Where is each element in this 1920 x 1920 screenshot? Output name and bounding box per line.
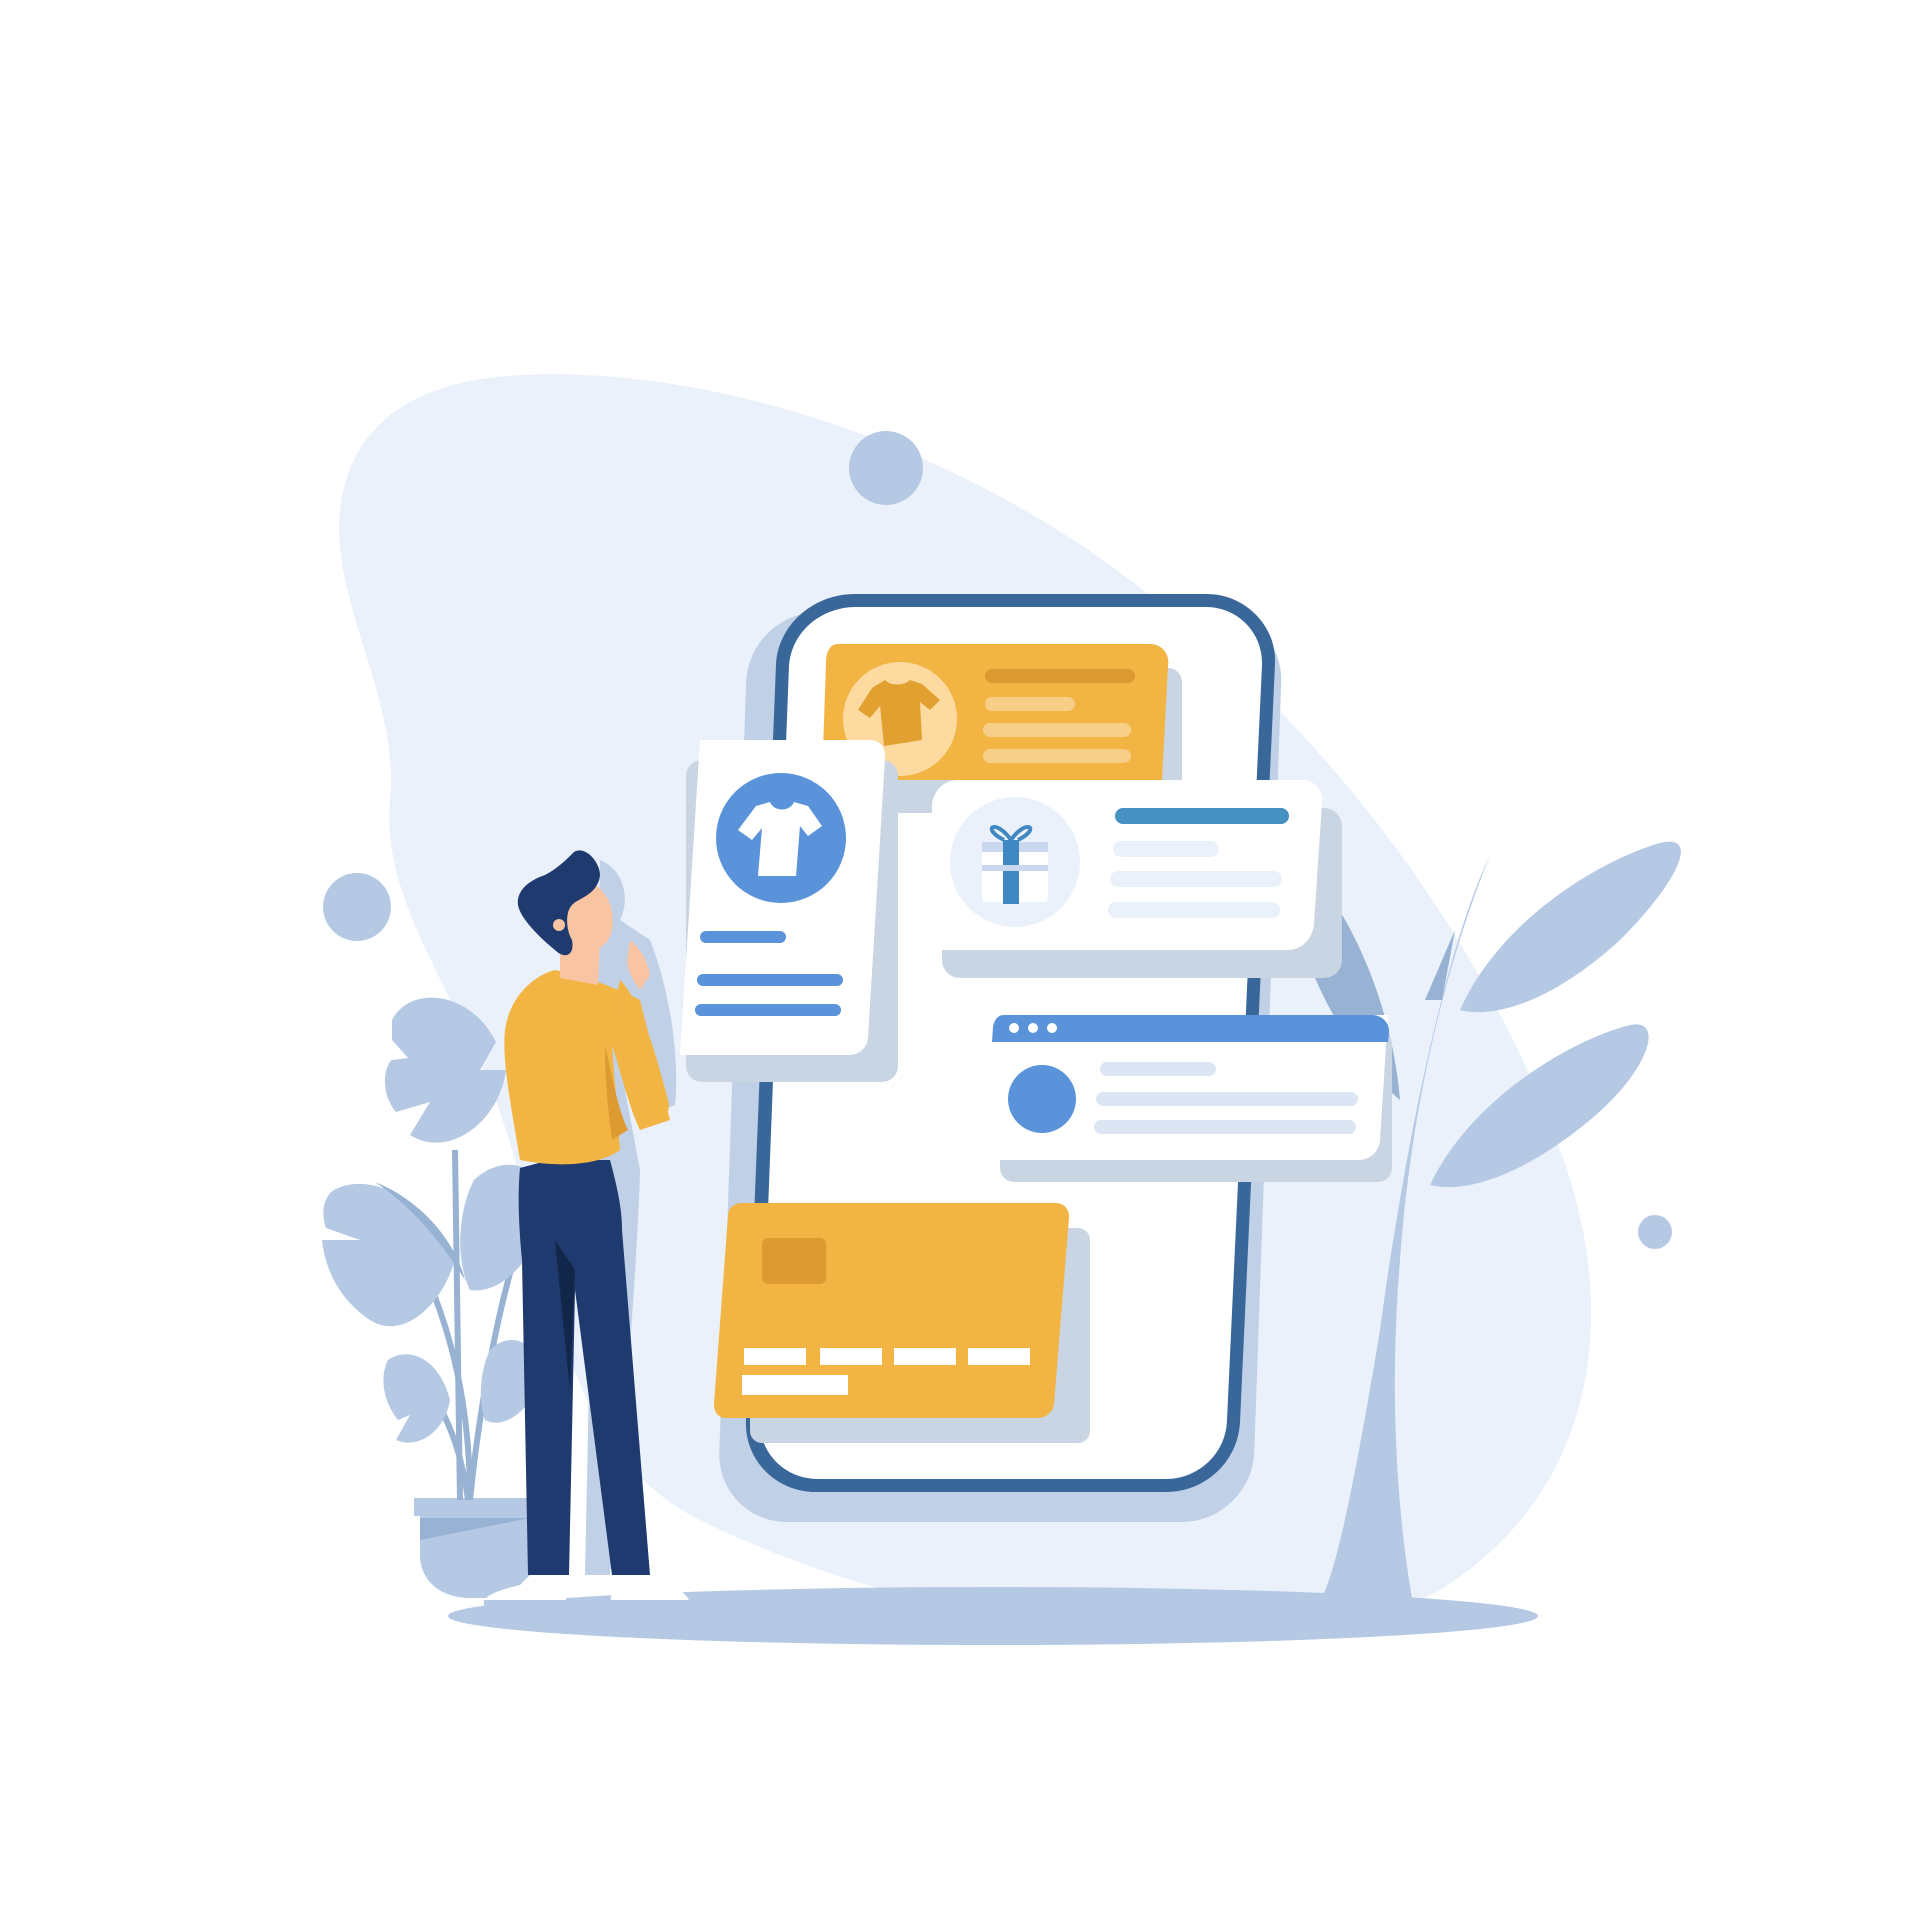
product-card-yellow-line-1	[985, 669, 1135, 683]
credit-card-number-1	[744, 1348, 806, 1365]
shopping-illustration	[0, 0, 1920, 1920]
product-card-tshirt-line-3	[695, 1004, 841, 1016]
browser-dots-icon	[1009, 1023, 1057, 1033]
credit-card-chip	[762, 1238, 826, 1284]
product-card-tshirt-line-1	[700, 931, 786, 943]
left-plant-leaf-4	[383, 1354, 450, 1443]
gift-card-line-4	[1108, 902, 1280, 918]
gift-card-line-3	[1110, 871, 1282, 887]
gift-card-line-2	[1113, 841, 1219, 857]
gift-card-line-1	[1115, 808, 1289, 824]
browser-card	[978, 1015, 1392, 1182]
product-card-yellow-line-2	[985, 697, 1075, 711]
person-shoe-left-sole	[484, 1600, 566, 1607]
left-plant-pot-rim	[414, 1498, 544, 1516]
credit-card-number-4	[968, 1348, 1030, 1365]
decor-dot-top	[849, 431, 923, 505]
browser-card-line-3	[1094, 1120, 1356, 1134]
product-card-tshirt	[680, 740, 898, 1082]
browser-card-line-1	[1100, 1062, 1216, 1076]
credit-card-name	[742, 1375, 848, 1395]
browser-card-avatar	[1008, 1065, 1076, 1133]
browser-card-line-2	[1096, 1092, 1358, 1106]
right-plant-leaf-top	[1460, 841, 1681, 1013]
product-card-yellow-line-4	[983, 749, 1131, 763]
person-ear	[553, 919, 565, 931]
gift-card	[932, 780, 1342, 978]
product-card-yellow-line-3	[983, 723, 1131, 737]
decor-dot-right	[1638, 1215, 1672, 1249]
credit-card-number-2	[820, 1348, 882, 1365]
person-shoe-right-sole	[610, 1600, 690, 1607]
credit-card-icon	[714, 1203, 1090, 1443]
illustration-canvas	[322, 374, 1681, 1645]
product-card-tshirt-line-2	[697, 974, 843, 986]
decor-dot-left	[323, 873, 391, 941]
credit-card-number-3	[894, 1348, 956, 1365]
